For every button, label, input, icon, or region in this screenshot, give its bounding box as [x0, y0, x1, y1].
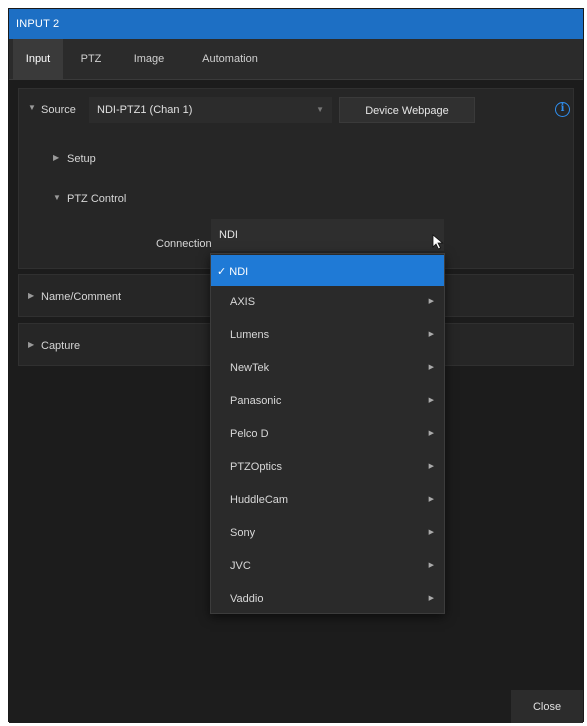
menu-item-pelco-d[interactable]: Pelco D ▶	[211, 418, 444, 449]
menu-item-label: Sony	[230, 527, 256, 539]
submenu-arrow-icon: ▶	[428, 364, 434, 371]
submenu-arrow-icon: ▶	[428, 397, 434, 404]
source-value: NDI-PTZ1 (Chan 1)	[97, 104, 193, 116]
submenu-arrow-icon: ▶	[428, 496, 434, 503]
submenu-arrow-icon: ▶	[428, 463, 434, 470]
submenu-arrow-icon: ▶	[428, 331, 434, 338]
menu-item-label: NDI	[229, 266, 249, 278]
menu-item-label: Lumens	[230, 329, 270, 341]
name-comment-label: Name/Comment	[41, 291, 122, 303]
tab-image[interactable]: Image	[121, 39, 177, 80]
menu-item-sony[interactable]: Sony ▶	[211, 517, 444, 548]
menu-item-panasonic[interactable]: Panasonic ▶	[211, 385, 444, 416]
menu-item-label: HuddleCam	[230, 494, 289, 506]
menu-item-huddlecam[interactable]: HuddleCam ▶	[211, 484, 444, 515]
menu-item-label: AXIS	[230, 296, 256, 308]
connection-label: Connection	[156, 238, 212, 250]
tab-ptz[interactable]: PTZ	[71, 39, 111, 80]
menu-item-ndi[interactable]: ✓ NDI	[211, 255, 444, 286]
submenu-arrow-icon: ▶	[428, 562, 434, 569]
menu-item-newtek[interactable]: NewTek ▶	[211, 352, 444, 383]
collapse-arrow-icon[interactable]: ▼	[28, 103, 36, 112]
submenu-arrow-icon: ▶	[428, 529, 434, 536]
expand-arrow-icon: ▶	[28, 340, 35, 349]
expand-arrow-icon[interactable]: ▶	[53, 153, 59, 162]
chevron-down-icon: ▼	[316, 105, 324, 114]
submenu-arrow-icon: ▶	[428, 298, 434, 305]
submenu-arrow-icon: ▶	[428, 430, 434, 437]
menu-item-vaddio[interactable]: Vaddio ▶	[211, 583, 444, 614]
capture-label: Capture	[41, 340, 81, 352]
menu-item-lumens[interactable]: Lumens ▶	[211, 319, 444, 350]
device-webpage-button[interactable]: Device Webpage	[339, 97, 475, 123]
info-icon[interactable]: i	[555, 102, 570, 117]
mouse-cursor-icon	[432, 234, 444, 250]
menu-item-label: Vaddio	[230, 593, 264, 605]
menu-item-label: Panasonic	[230, 395, 282, 407]
submenu-arrow-icon: ▶	[428, 595, 434, 602]
tab-bar: Input PTZ Image Automation	[9, 39, 583, 80]
dialog-footer: Close	[9, 690, 583, 723]
menu-item-axis[interactable]: AXIS ▶	[211, 286, 444, 317]
expand-arrow-icon: ▶	[28, 291, 35, 300]
connection-dropdown-menu: ✓ NDI AXIS ▶ Lumens ▶ NewTek ▶ Panasonic…	[210, 253, 445, 614]
tab-input[interactable]: Input	[13, 39, 63, 80]
menu-item-label: NewTek	[230, 362, 270, 374]
collapse-arrow-icon[interactable]: ▼	[53, 193, 61, 202]
checkmark-icon: ✓	[217, 266, 227, 278]
menu-item-label: PTZOptics	[230, 461, 282, 473]
window-title: INPUT 2	[9, 9, 583, 39]
connection-value: NDI	[219, 229, 238, 241]
connection-select[interactable]: NDI	[211, 219, 444, 251]
menu-item-label: JVC	[230, 560, 251, 572]
menu-item-label: Pelco D	[230, 428, 269, 440]
close-button[interactable]: Close	[511, 690, 583, 723]
source-select[interactable]: NDI-PTZ1 (Chan 1) ▼	[89, 97, 332, 123]
tab-automation[interactable]: Automation	[185, 39, 275, 80]
ptz-control-label[interactable]: PTZ Control	[67, 193, 126, 205]
source-label: Source	[41, 104, 76, 116]
menu-item-jvc[interactable]: JVC ▶	[211, 550, 444, 581]
setup-label[interactable]: Setup	[67, 153, 96, 165]
menu-item-ptzoptics[interactable]: PTZOptics ▶	[211, 451, 444, 482]
